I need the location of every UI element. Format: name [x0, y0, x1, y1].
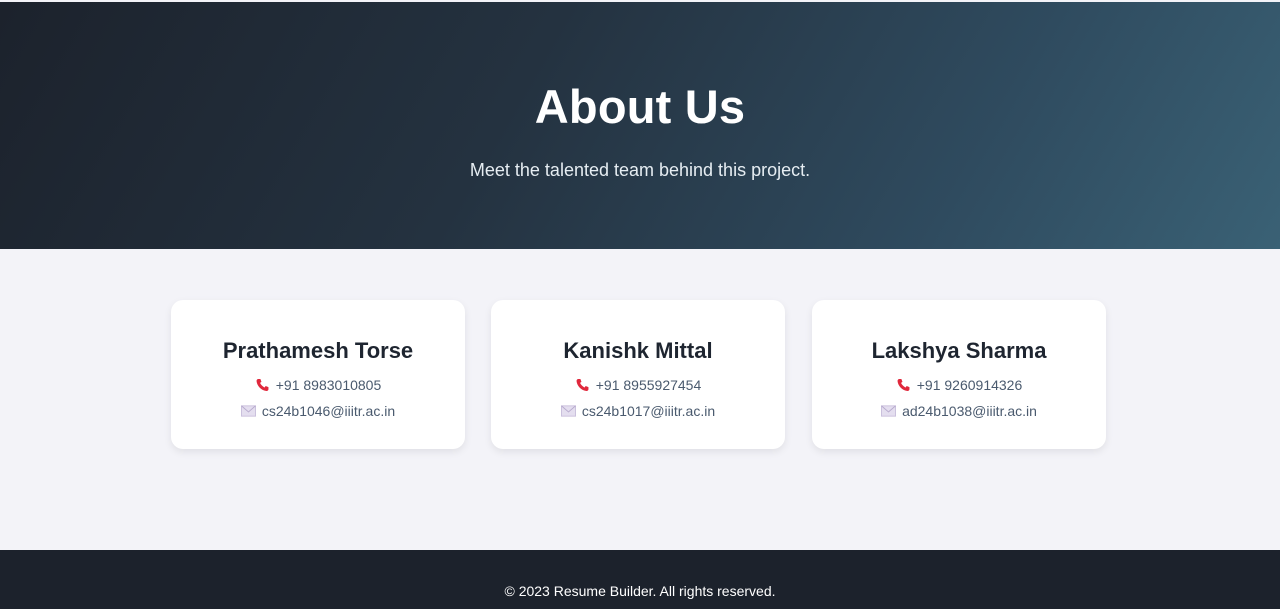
envelope-icon	[881, 405, 897, 417]
member-phone: +91 9260914326	[916, 377, 1023, 393]
page-subtitle: Meet the talented team behind this proje…	[469, 160, 811, 180]
member-name: Prathamesh Torse	[222, 338, 414, 363]
member-phone-row: +91 9260914326	[812, 377, 1106, 393]
member-email: cs24b1017@iiitr.ac.in	[581, 403, 716, 419]
member-name: Lakshya Sharma	[871, 338, 1047, 363]
envelope-icon	[240, 405, 256, 417]
hero-section: About Us Meet the talented team behind t…	[0, 2, 1280, 249]
member-email: ad24b1038@iiitr.ac.in	[902, 403, 1037, 419]
footer-copyright: © 2023 Resume Builder. All rights reserv…	[504, 583, 776, 599]
member-card: Prathamesh Torse +91 8983010805 cs24b104…	[171, 300, 465, 449]
member-email-row: cs24b1046@iiitr.ac.in	[171, 403, 465, 419]
member-phone-row: +91 8983010805	[171, 377, 465, 393]
member-name: Kanishk Mittal	[563, 338, 713, 363]
footer: © 2023 Resume Builder. All rights reserv…	[0, 550, 1280, 609]
member-email-row: cs24b1017@iiitr.ac.in	[491, 403, 785, 419]
page-title: About Us	[534, 80, 746, 133]
member-email: cs24b1046@iiitr.ac.in	[261, 403, 396, 419]
phone-icon	[256, 379, 269, 391]
member-card: Kanishk Mittal +91 8955927454 cs24b1017@…	[491, 300, 785, 449]
member-phone: +91 8955927454	[595, 377, 702, 393]
envelope-icon	[560, 405, 576, 417]
phone-icon	[576, 379, 589, 391]
member-phone-row: +91 8955927454	[491, 377, 785, 393]
phone-icon	[897, 379, 910, 391]
member-email-row: ad24b1038@iiitr.ac.in	[812, 403, 1106, 419]
team-section: Prathamesh Torse +91 8983010805 cs24b104…	[0, 249, 1280, 550]
member-card: Lakshya Sharma +91 9260914326 ad24b1038@…	[812, 300, 1106, 449]
member-phone: +91 8983010805	[275, 377, 382, 393]
